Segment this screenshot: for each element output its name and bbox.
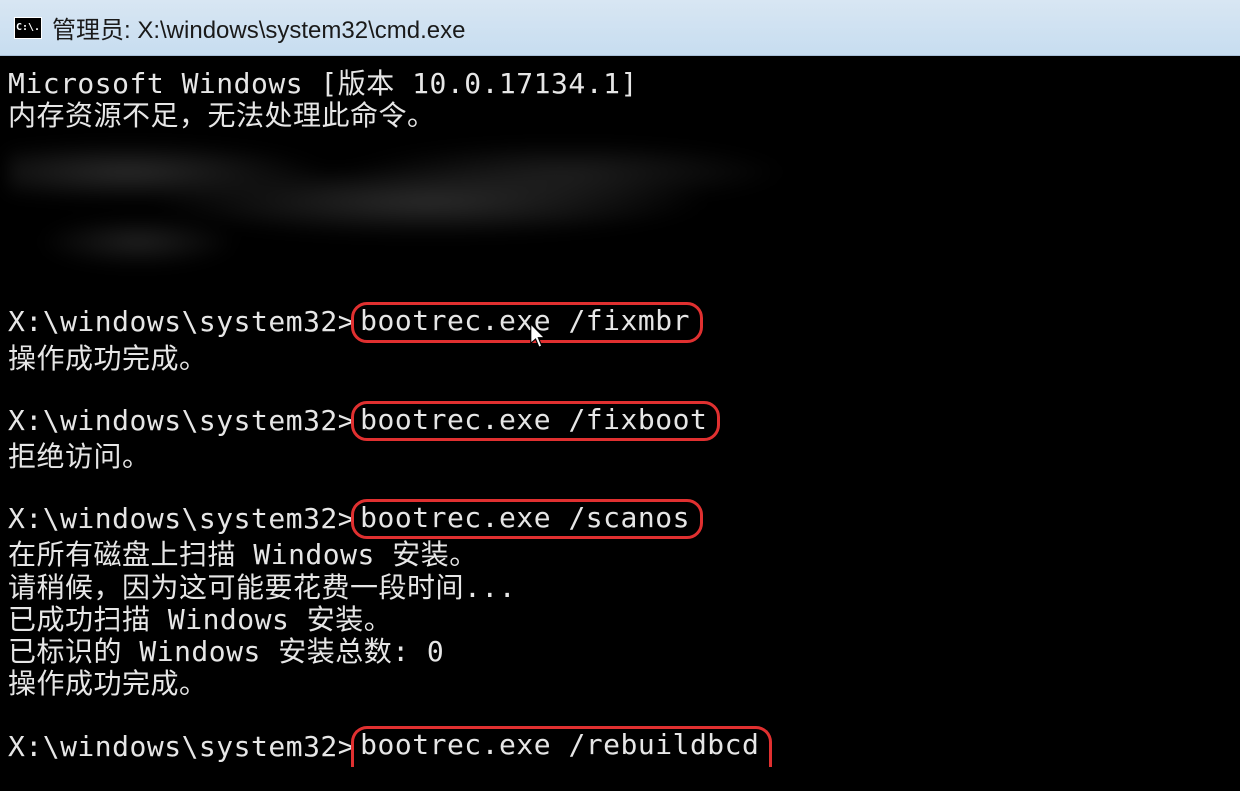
result-line: 操作成功完成。: [8, 343, 1240, 375]
terminal-output[interactable]: Microsoft Windows [版本 10.0.17134.1] 内存资源…: [0, 56, 1240, 791]
command-highlight-fixboot: bootrec.exe /fixboot: [351, 401, 720, 441]
command-text: bootrec.exe /fixboot: [360, 403, 707, 436]
result-line: 已成功扫描 Windows 安装。: [8, 604, 1240, 636]
command-highlight-fixmbr: bootrec.exe /fixmbr: [351, 302, 703, 342]
command-text: bootrec.exe /scanos: [360, 501, 690, 534]
prompt: X:\windows\system32>: [8, 306, 355, 338]
window-titlebar[interactable]: C:\. 管理员: X:\windows\system32\cmd.exe: [0, 0, 1240, 56]
result-line: 已标识的 Windows 安装总数: 0: [8, 636, 1240, 668]
command-highlight-rebuildbcd: bootrec.exe /rebuildbcd: [351, 726, 772, 767]
memory-error-line: 内存资源不足，无法处理此命令。: [8, 100, 1240, 132]
version-line: Microsoft Windows [版本 10.0.17134.1]: [8, 68, 1240, 100]
result-line: 操作成功完成。: [8, 668, 1240, 700]
command-text: bootrec.exe /rebuildbcd: [360, 728, 759, 761]
result-line: 请稍候，因为这可能要花费一段时间...: [8, 572, 1240, 604]
command-text: bootrec.exe /fixmbr: [360, 304, 690, 337]
window-title: 管理员: X:\windows\system32\cmd.exe: [52, 10, 465, 45]
prompt: X:\windows\system32>: [8, 731, 355, 763]
result-line: 在所有磁盘上扫描 Windows 安装。: [8, 539, 1240, 571]
cmd-icon: C:\.: [14, 17, 42, 39]
result-line: 拒绝访问。: [8, 441, 1240, 473]
prompt: X:\windows\system32>: [8, 503, 355, 535]
prompt: X:\windows\system32>: [8, 405, 355, 437]
redacted-blur-area: [8, 142, 1240, 282]
command-highlight-scanos: bootrec.exe /scanos: [351, 499, 703, 539]
